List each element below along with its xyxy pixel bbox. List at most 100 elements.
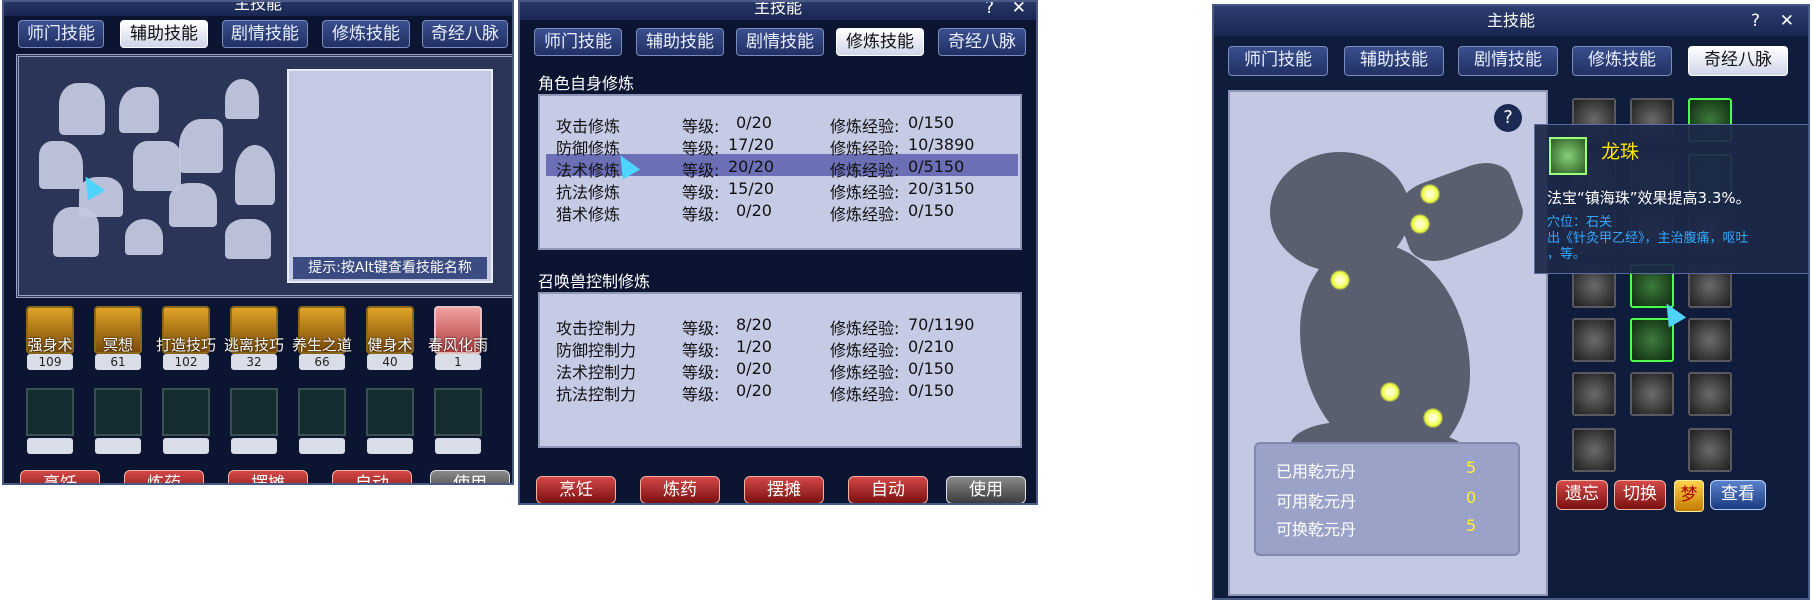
pet-row-level: 0/20	[736, 359, 772, 378]
pet-row-exp: 0/210	[908, 337, 955, 356]
self-row-exp-label: 修炼经验:	[830, 139, 900, 158]
self-row-exp-label: 修炼经验:	[830, 205, 900, 224]
acupoint-glow-icon[interactable]	[1330, 270, 1350, 290]
pet-row-exp: 70/1190	[908, 315, 975, 334]
help-icon[interactable]: ?	[985, 2, 994, 20]
self-row-level-label: 等级:	[682, 139, 720, 158]
skill-level: 102	[163, 354, 209, 370]
acupoint-glow-icon[interactable]	[1410, 214, 1430, 234]
auto-button[interactable]: 自动	[332, 470, 412, 483]
forget-button[interactable]: 遗忘	[1556, 480, 1608, 510]
tab-story-skills[interactable]: 剧情技能	[1458, 46, 1558, 76]
help-circle-icon[interactable]: ?	[1494, 104, 1522, 132]
meridian-node[interactable]	[1572, 428, 1616, 472]
tab-meridian-skills[interactable]: 奇经八脉	[422, 20, 508, 48]
empty-skill-slot[interactable]	[298, 388, 346, 436]
tab-cultivation-skills[interactable]: 修炼技能	[1572, 46, 1672, 76]
empty-skill-slot[interactable]	[162, 388, 210, 436]
window-title-bar[interactable]: 主技能	[4, 2, 512, 16]
statue-gallery-panel: 提示:按Alt键查看技能名称	[16, 54, 512, 298]
self-row-exp: 20/3150	[908, 179, 975, 198]
self-row-name: 抗法修炼	[556, 183, 621, 202]
tab-story-skills[interactable]: 剧情技能	[222, 20, 308, 48]
window-title-bar[interactable]: 主技能 ? ✕	[1214, 6, 1808, 36]
empty-slot-bar	[95, 438, 141, 454]
stall-button[interactable]: 摆摊	[744, 476, 824, 503]
skill-preview-panel: 提示:按Alt键查看技能名称	[287, 69, 493, 283]
empty-skill-slot[interactable]	[26, 388, 74, 436]
empty-slot-bar	[299, 438, 345, 454]
self-row-exp: 0/150	[908, 113, 955, 132]
empty-skill-slot[interactable]	[434, 388, 482, 436]
node-tooltip: 龙珠 法宝“镇海珠”效果提高3.3%。 穴位：石关 出《针灸甲乙经》，主治腹痛，…	[1534, 124, 1808, 274]
meridian-node[interactable]	[1688, 372, 1732, 416]
skill-name: 冥想	[102, 336, 133, 354]
use-button[interactable]: 使用	[946, 476, 1026, 503]
tab-auxiliary-skills[interactable]: 辅助技能	[1344, 46, 1444, 76]
tab-master-skills[interactable]: 师门技能	[1228, 46, 1328, 76]
meridian-node[interactable]	[1688, 318, 1732, 362]
tab-cultivation-skills[interactable]: 修炼技能	[322, 20, 410, 48]
skill-name: 打造技巧	[155, 336, 216, 354]
self-row-level-label: 等级:	[682, 117, 720, 136]
tab-cultivation-skills[interactable]: 修炼技能	[836, 28, 924, 56]
use-button[interactable]: 使用	[430, 470, 510, 483]
skill-level: 61	[95, 354, 141, 370]
qianyuan-stats-panel: 已用乾元丹 5 可用乾元丹 0 可换乾元丹 5	[1254, 442, 1520, 556]
tab-story-skills[interactable]: 剧情技能	[736, 28, 824, 56]
stat-value: 5	[1466, 516, 1477, 535]
tab-meridian-skills[interactable]: 奇经八脉	[1688, 46, 1788, 76]
meridian-node[interactable]	[1630, 372, 1674, 416]
pet-row-name: 抗法控制力	[556, 385, 637, 404]
empty-slot-bar	[367, 438, 413, 454]
self-row-level-label: 等级:	[682, 161, 720, 180]
switch-button[interactable]: 切换	[1614, 480, 1666, 510]
statue-figure	[133, 141, 181, 191]
empty-slot-bar	[27, 438, 73, 454]
statue-figure	[179, 119, 223, 173]
empty-skill-slot[interactable]	[94, 388, 142, 436]
meridian-node[interactable]	[1572, 318, 1616, 362]
tab-auxiliary-skills[interactable]: 辅助技能	[636, 28, 724, 56]
help-icon[interactable]: ?	[1751, 6, 1760, 36]
tab-master-skills[interactable]: 师门技能	[18, 20, 104, 48]
tab-meridian-skills[interactable]: 奇经八脉	[938, 28, 1026, 56]
skill-level: 32	[231, 354, 277, 370]
dream-icon[interactable]: 梦	[1674, 480, 1704, 512]
stat-label: 已用乾元丹	[1276, 462, 1357, 481]
self-row-name: 防御修炼	[556, 139, 621, 158]
self-row-level: 17/20	[728, 135, 775, 154]
empty-skill-slot[interactable]	[366, 388, 414, 436]
self-row-name: 攻击修炼	[556, 117, 621, 136]
pet-row-level: 1/20	[736, 337, 772, 356]
tab-auxiliary-skills[interactable]: 辅助技能	[120, 20, 208, 48]
pet-row-level-label: 等级:	[682, 385, 720, 404]
acupoint-glow-icon[interactable]	[1420, 184, 1440, 204]
close-icon[interactable]: ✕	[1780, 6, 1794, 36]
self-row-name[interactable]: 法术修炼	[556, 157, 620, 181]
view-button[interactable]: 查看	[1710, 480, 1766, 510]
tooltip-effect: 法宝“镇海珠”效果提高3.3%。	[1547, 189, 1751, 207]
skills-window-cultivation: 主技能 ? ✕ 师门技能 辅助技能 剧情技能 修炼技能 奇经八脉 角色自身修炼 …	[518, 0, 1038, 505]
empty-skill-slot[interactable]	[230, 388, 278, 436]
meridian-node[interactable]	[1688, 428, 1732, 472]
acupoint-glow-icon[interactable]	[1423, 408, 1443, 428]
alchemy-button[interactable]: 炼药	[124, 470, 204, 483]
self-row-level-label: 等级:	[682, 183, 720, 202]
body-silhouette	[1389, 153, 1531, 271]
window-title-bar[interactable]: 主技能 ? ✕	[520, 2, 1036, 20]
close-icon[interactable]: ✕	[1012, 2, 1026, 20]
alchemy-button[interactable]: 炼药	[640, 476, 720, 503]
cooking-button[interactable]: 烹饪	[536, 476, 616, 503]
self-row-exp-label: 修炼经验:	[830, 183, 900, 202]
cooking-button[interactable]: 烹饪	[20, 470, 100, 483]
stall-button[interactable]: 摆摊	[228, 470, 308, 483]
self-row-level-label: 等级:	[682, 205, 720, 224]
meridian-node[interactable]	[1572, 372, 1616, 416]
section-title-pet: 召唤兽控制修炼	[538, 272, 651, 291]
tab-master-skills[interactable]: 师门技能	[534, 28, 622, 56]
skills-window-auxiliary: 主技能 师门技能 辅助技能 剧情技能 修炼技能 奇经八脉 提示:按Alt键查看技…	[2, 0, 514, 485]
auto-button[interactable]: 自动	[848, 476, 928, 503]
statue-figure	[119, 87, 159, 133]
acupoint-glow-icon[interactable]	[1380, 382, 1400, 402]
